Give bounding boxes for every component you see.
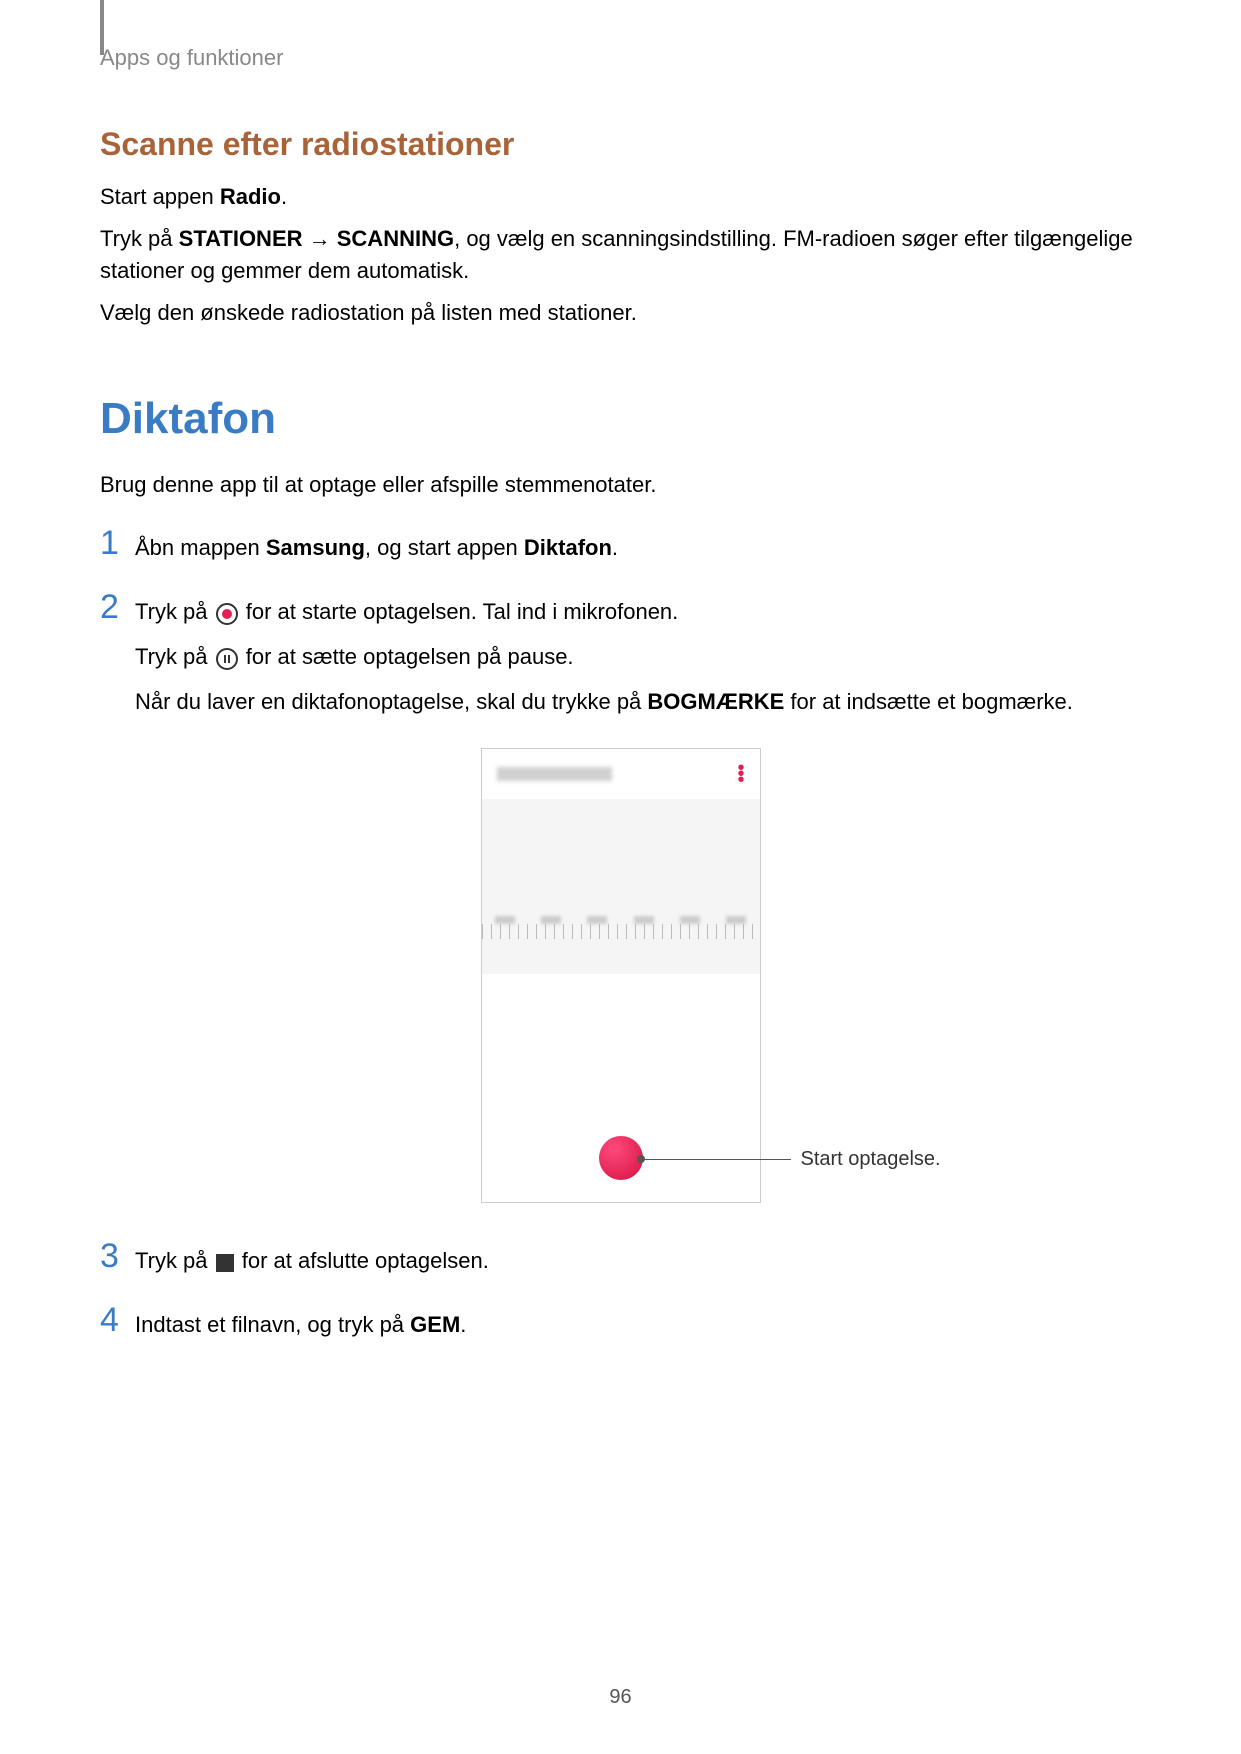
text-bold: Diktafon [524,535,612,560]
text: Tryk på [135,644,214,669]
phone-mockup: ••• [481,748,761,1203]
callout-line [641,1159,791,1160]
text: Åbn mappen [135,535,266,560]
more-options-icon: ••• [737,765,744,783]
text-bold: GEM [410,1312,460,1337]
phone-header: ••• [482,749,760,799]
step-number: 1 [100,525,135,562]
text: Når du laver en diktafonoptagelse, skal … [135,689,647,714]
paragraph-start-radio: Start appen Radio. [100,181,1141,213]
text: . [612,535,618,560]
pause-icon [216,648,238,670]
page-number: 96 [609,1686,631,1709]
text: for at starte optagelsen. Tal ind i mikr… [240,599,679,624]
text: . [460,1312,466,1337]
text: , og start appen [365,535,524,560]
paragraph-stations-scanning: Tryk på STATIONER → SCANNING, og vælg en… [100,223,1141,287]
text-bold: Samsung [266,535,365,560]
heading-scan-radio: Scanne efter radiostationer [100,126,1141,163]
heading-diktafon: Diktafon [100,394,1141,444]
text: Tryk på [135,599,214,624]
breadcrumb: Apps og funktioner [100,45,1141,71]
step-1: 1 Åbn mappen Samsung, og start appen Dik… [100,525,1141,564]
step-number: 3 [100,1238,135,1275]
step-number: 2 [100,589,135,626]
text: for at sætte optagelsen på pause. [240,644,574,669]
text-bold: Radio [220,184,281,209]
callout-label: Start optagelse. [801,1148,941,1171]
phone-illustration-container: ••• Start optagelse. [100,748,1141,1203]
step-2: 2 Tryk på for at starte optagelsen. Tal … [100,589,1141,718]
paragraph-diktafon-intro: Brug denne app til at optage eller afspi… [100,469,1141,501]
step-number: 4 [100,1302,135,1339]
text: for at indsætte et bogmærke. [784,689,1073,714]
text-bold: SCANNING [337,226,454,251]
record-icon [216,603,238,625]
text: Start appen [100,184,220,209]
text: Tryk på [135,1248,214,1273]
timeline-labels [482,916,760,924]
blurred-app-title [497,767,612,781]
stop-icon [216,1254,234,1272]
header-marker [100,0,104,55]
text: Tryk på [100,226,179,251]
text: . [281,184,287,209]
step-4: 4 Indtast et filnavn, og tryk på GEM. [100,1302,1141,1341]
arrow: → [303,226,337,251]
paragraph-select-station: Vælg den ønskede radiostation på listen … [100,297,1141,329]
text: for at afslutte optagelsen. [236,1248,489,1273]
step-3: 3 Tryk på for at afslutte optagelsen. [100,1238,1141,1277]
text: Indtast et filnavn, og tryk på [135,1312,410,1337]
text-bold: BOGMÆRKE [647,689,784,714]
text-bold: STATIONER [179,226,303,251]
waveform-area [482,799,760,974]
